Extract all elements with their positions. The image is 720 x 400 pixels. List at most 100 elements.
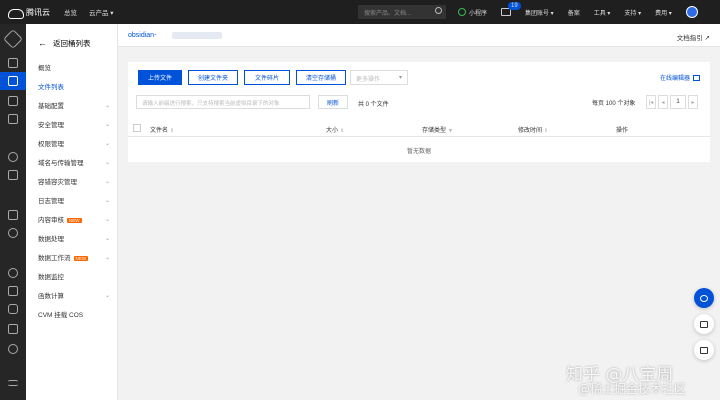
online-editor-label: 在线编辑器	[659, 76, 690, 82]
sidebar-item-label: 日志管理	[38, 198, 64, 205]
col-label: 文件名	[150, 128, 169, 134]
sidebar-item-label: 安全管理	[38, 122, 64, 129]
settings-icon[interactable]	[8, 268, 18, 278]
sidebar-item-permissions[interactable]: 权限管理 ⌄	[38, 138, 110, 149]
calendar-icon[interactable]	[8, 96, 18, 106]
monitor-icon[interactable]	[8, 152, 18, 162]
col-modified[interactable]: 修改时间 ⇕	[518, 125, 548, 134]
sidebar-item-label: 概览	[38, 65, 51, 72]
sidebar-item-workflow[interactable]: 数据工作流 NEW ⌄	[38, 252, 110, 263]
col-actions: 操作	[616, 128, 629, 134]
brand-name: 腾讯云	[26, 7, 50, 17]
collapse-menu-icon[interactable]	[8, 380, 18, 386]
sort-icon: ⇕	[340, 128, 345, 134]
sidebar-item-security[interactable]: 安全管理 ⌄	[38, 119, 110, 130]
sidebar-item-overview[interactable]: 概览	[38, 62, 110, 72]
per-page-select[interactable]: 每页 100 个对象	[592, 98, 635, 107]
sidebar-item-label: 数据监控	[38, 274, 64, 281]
sidebar-item-disaster[interactable]: 容错容灾管理 ⌄	[38, 176, 110, 187]
mini-program-label: 小程序	[469, 10, 488, 17]
pagination: |◂ ◂ 1 ▸	[646, 95, 698, 109]
tools-icon[interactable]	[8, 286, 18, 296]
grid-icon[interactable]	[8, 58, 18, 68]
bucket-list-icon[interactable]	[8, 76, 18, 86]
cos-product-icon[interactable]	[3, 29, 23, 49]
chevron-down-icon: ⌄	[104, 121, 110, 128]
prefix-search-input[interactable]: 请输入前缀进行搜索，只支持搜索当前虚拟目录下的对象	[136, 95, 310, 109]
content-header: obsidian- 文档指引 ↗	[118, 24, 720, 47]
book-icon	[700, 320, 708, 328]
mini-program-icon	[458, 8, 466, 16]
col-size[interactable]: 大小 ⇕	[326, 125, 344, 134]
sidebar-item-logs[interactable]: 日志管理 ⌄	[38, 195, 110, 206]
feedback-float-button[interactable]	[694, 340, 714, 360]
clear-bucket-button[interactable]: 清空存储桶	[296, 70, 346, 85]
billing-menu[interactable]: 费用 ▾	[655, 8, 672, 17]
back-to-buckets[interactable]: ← 返回桶列表	[26, 24, 117, 52]
prev-page-button[interactable]: ◂	[658, 95, 668, 109]
customer-service-button[interactable]	[694, 288, 714, 308]
sidebar-item-functions[interactable]: 函数计算 ⌄	[38, 290, 110, 301]
docs-float-button[interactable]	[694, 314, 714, 334]
sidebar-item-label: 域名与传输管理	[38, 160, 84, 167]
brand-logo[interactable]: 腾讯云	[0, 7, 64, 19]
headset-icon	[700, 294, 708, 302]
sidebar-item-data-processing[interactable]: 数据处理 ⌄	[38, 233, 110, 244]
page-number[interactable]: 1	[670, 95, 686, 109]
document-icon[interactable]	[8, 114, 18, 124]
chevron-down-icon: ⌄	[104, 140, 110, 147]
chevron-down-icon: ⌄	[104, 292, 110, 299]
new-badge: NEW	[73, 256, 88, 261]
fragments-button[interactable]: 文件碎片	[244, 70, 290, 85]
col-label: 修改时间	[518, 128, 543, 134]
next-page-button[interactable]: ▸	[688, 95, 698, 109]
sidebar-item-label: 内容审核	[38, 217, 64, 224]
sidebar-item-cvm-mount[interactable]: CVM 挂载 COS	[38, 309, 110, 319]
help-icon[interactable]	[8, 228, 18, 238]
tools-menu[interactable]: 工具 ▾	[594, 8, 611, 17]
cloud-logo-icon	[8, 7, 24, 19]
col-filename[interactable]: 文件名 ⇕	[150, 125, 174, 134]
chevron-down-icon: ⌄	[104, 254, 110, 261]
more-ops-select[interactable]: 更多操作 ▾	[350, 70, 408, 85]
upload-button[interactable]: 上传文件	[138, 70, 182, 85]
sidebar-item-label: 基础配置	[38, 103, 64, 110]
sidebar-item-monitoring[interactable]: 数据监控	[38, 271, 110, 281]
support-menu[interactable]: 支持 ▾	[624, 8, 641, 17]
create-folder-button[interactable]: 创建文件夹	[188, 70, 238, 85]
online-editor-link[interactable]: 在线编辑器	[660, 73, 700, 82]
chevron-down-icon: ⌄	[104, 102, 110, 109]
bucket-name[interactable]: obsidian-	[128, 32, 156, 39]
refresh-button[interactable]: 刷新	[318, 95, 348, 109]
first-page-button[interactable]: |◂	[646, 95, 656, 109]
select-all-checkbox[interactable]	[133, 124, 141, 132]
watermark-juejin: @稀土掘金技术社区	[578, 382, 687, 396]
sidebar-item-file-list[interactable]: 文件列表	[38, 81, 110, 91]
nav-products[interactable]: 云产品 ▾	[89, 7, 114, 17]
side-menu: ← 返回桶列表 概览 文件列表 基础配置 ⌄ 安全管理 ⌄ 权限管理 ⌄ 域名与传输管…	[26, 24, 118, 400]
apps-icon[interactable]	[8, 210, 18, 220]
mini-program-link[interactable]: 小程序	[458, 8, 487, 17]
shield-icon[interactable]	[8, 304, 18, 314]
nav-overview[interactable]: 总览	[64, 7, 77, 17]
filing-link[interactable]: 备案	[568, 8, 580, 17]
task-icon[interactable]	[8, 170, 18, 180]
sidebar-item-moderation[interactable]: 内容审核 NEW ⌄	[38, 214, 110, 225]
file-list-card: 上传文件 创建文件夹 文件碎片 清空存储桶 更多操作 ▾ 在线编辑器 请输入前缀…	[128, 62, 710, 162]
top-nav: 总览 云产品 ▾	[64, 7, 114, 17]
ops-icon[interactable]	[8, 344, 18, 354]
avatar[interactable]	[685, 6, 698, 18]
table-header: 文件名 ⇕ 大小 ⇕ 存储类型 ▼ 修改时间 ⇕ 操作	[128, 120, 710, 137]
col-storage-class[interactable]: 存储类型 ▼	[422, 125, 453, 134]
account-menu[interactable]: 集团账号 ▾	[525, 8, 554, 17]
mail-badge: 19	[508, 2, 521, 10]
sidebar-item-basic-config[interactable]: 基础配置 ⌄	[38, 100, 110, 111]
sidebar-item-domain[interactable]: 域名与传输管理 ⌄	[38, 157, 110, 168]
cube-icon[interactable]	[8, 324, 18, 334]
search-icon	[435, 7, 442, 14]
mail-icon[interactable]: 19	[501, 2, 521, 16]
chevron-down-icon: ⌄	[104, 178, 110, 185]
doc-guide-link[interactable]: 文档指引 ↗	[677, 32, 710, 42]
top-search-input[interactable]: 搜索产品、文档...	[358, 5, 446, 19]
arrow-left-icon: ←	[38, 38, 47, 48]
